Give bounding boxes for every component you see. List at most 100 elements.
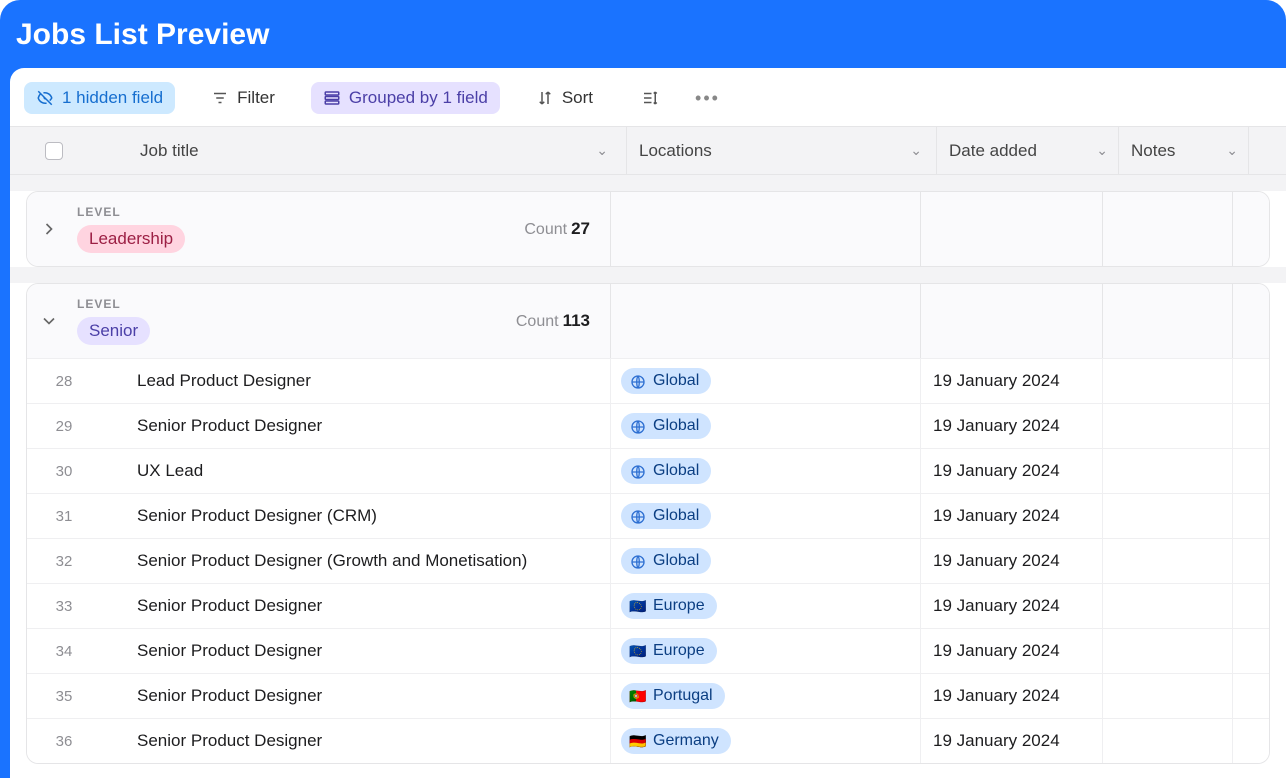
chevron-down-icon[interactable] (39, 311, 59, 331)
table-row[interactable]: 30 UX Lead Global 19 January 2024 (27, 448, 1269, 493)
cell-job-title[interactable]: Senior Product Designer (137, 404, 611, 448)
row-number: 29 (27, 404, 101, 448)
chevron-down-icon: ⌄ (910, 142, 922, 159)
cell-date-added[interactable]: 19 January 2024 (921, 539, 1103, 583)
table-row[interactable]: 36 Senior Product Designer 🇩🇪Germany 19 Jan… (27, 718, 1269, 763)
more-icon: ••• (695, 88, 720, 108)
table-row[interactable]: 35Senior Product Designer🇵🇹Portugal19 Ja… (27, 673, 1269, 718)
location-pill: Global (621, 458, 711, 484)
flag-icon: 🇪🇺 (629, 599, 647, 613)
cell-date-added[interactable]: 19 January 2024 (921, 674, 1103, 718)
cell-date-added[interactable]: 19 January 2024 (921, 494, 1103, 538)
cell-job-title[interactable]: Senior Product Designer (Growth and Mone… (137, 539, 611, 583)
cell-notes[interactable] (1103, 539, 1233, 583)
cell-notes[interactable] (1103, 404, 1233, 448)
table-row[interactable]: 32 Senior Product Designer (Growth and Mo… (27, 538, 1269, 583)
cell-job-title[interactable]: Senior Product Designer (CRM) (137, 494, 611, 538)
row-number: 34 (27, 629, 101, 673)
group-header[interactable]: LEVEL Senior Count113 (27, 284, 1269, 358)
column-header-notes[interactable]: Notes ⌄ (1118, 127, 1248, 174)
cell-locations[interactable]: Global (611, 404, 921, 448)
table-row[interactable]: 31Senior Product Designer (CRM)Global19 … (27, 493, 1269, 538)
filter-icon (211, 89, 229, 107)
location-name: Global (653, 417, 699, 435)
cell-job-title[interactable]: Senior Product Designer (137, 629, 611, 673)
cell-date-added[interactable]: 19 January 2024 (921, 404, 1103, 448)
flag-icon: 🇵🇹 (629, 689, 647, 703)
cell-locations[interactable]: 🇩🇪Germany (611, 719, 921, 763)
row-height-button[interactable] (629, 83, 671, 113)
row-number: 36 (27, 719, 101, 763)
location-name: Europe (653, 597, 705, 615)
cell-date-added[interactable]: 19 January 2024 (921, 629, 1103, 673)
chevron-down-icon: ⌄ (1096, 142, 1108, 159)
cell-locations[interactable]: 🇵🇹 Portugal (611, 674, 921, 718)
more-button[interactable]: ••• (695, 88, 720, 109)
location-name: Portugal (653, 687, 713, 705)
globe-icon (629, 419, 647, 433)
location-name: Global (653, 507, 699, 525)
column-header-job-title[interactable]: Job title ⌄ (98, 141, 626, 161)
cell-notes[interactable] (1103, 584, 1233, 628)
page-title: Jobs List Preview (16, 18, 1270, 52)
location-pill: 🇵🇹 Portugal (621, 683, 725, 709)
cell-notes[interactable] (1103, 674, 1233, 718)
location-pill: 🇪🇺 Europe (621, 593, 717, 619)
cell-locations[interactable]: Global (611, 494, 921, 538)
cell-job-title[interactable]: Senior Product Designer (137, 719, 611, 763)
hidden-fields-label: 1 hidden field (62, 88, 163, 108)
cell-notes[interactable] (1103, 494, 1233, 538)
cell-notes[interactable] (1103, 359, 1233, 403)
row-number: 32 (27, 539, 101, 583)
group-header[interactable]: LEVEL Leadership Count27 (27, 192, 1269, 266)
location-pill: Global (621, 548, 711, 574)
group-senior: LEVEL Senior Count113 28 Lead Product Des… (26, 283, 1270, 764)
location-pill: 🇩🇪Germany (621, 728, 731, 754)
cell-locations[interactable]: 🇪🇺Europe (611, 629, 921, 673)
cell-job-title[interactable]: Senior Product Designer (137, 584, 611, 628)
location-pill: Global (621, 368, 711, 394)
column-header-date-added[interactable]: Date added ⌄ (936, 127, 1118, 174)
globe-icon (629, 509, 647, 523)
select-all-checkbox[interactable] (45, 142, 63, 160)
cell-date-added[interactable]: 19 January 2024 (921, 359, 1103, 403)
globe-icon (629, 554, 647, 568)
location-name: Global (653, 552, 699, 570)
table-row[interactable]: 28 Lead Product Designer Global 19 January … (27, 358, 1269, 403)
cell-locations[interactable]: Global (611, 449, 921, 493)
cell-notes[interactable] (1103, 629, 1233, 673)
grouped-by-chip[interactable]: Grouped by 1 field (311, 82, 500, 114)
row-number: 33 (27, 584, 101, 628)
cell-date-added[interactable]: 19 January 2024 (921, 584, 1103, 628)
cell-notes[interactable] (1103, 719, 1233, 763)
table-row[interactable]: 34 Senior Product Designer🇪🇺Europe19 Janu… (27, 628, 1269, 673)
column-label: Locations (639, 141, 712, 161)
table-row[interactable]: 29 Senior Product Designer Global 19 Januar… (27, 403, 1269, 448)
eye-off-icon (36, 89, 54, 107)
group-gap (10, 175, 1286, 191)
cell-locations[interactable]: 🇪🇺 Europe (611, 584, 921, 628)
row-number: 28 (27, 359, 101, 403)
cell-job-title[interactable]: Lead Product Designer (137, 359, 611, 403)
row-height-icon (641, 89, 659, 107)
cell-locations[interactable]: Global (611, 539, 921, 583)
sort-button[interactable]: Sort (524, 82, 605, 114)
row-number: 30 (27, 449, 101, 493)
group-tag: Senior (77, 317, 150, 345)
flag-icon: 🇪🇺 (629, 644, 647, 658)
cell-date-added[interactable]: 19 January 2024 (921, 719, 1103, 763)
cell-date-added[interactable]: 19 January 2024 (921, 449, 1103, 493)
select-all-cell[interactable] (10, 142, 98, 160)
app-frame: Jobs List Preview 1 hidden field Filter (0, 0, 1286, 778)
cell-locations[interactable]: Global (611, 359, 921, 403)
group-gap (10, 267, 1286, 283)
cell-notes[interactable] (1103, 449, 1233, 493)
group-icon (323, 89, 341, 107)
cell-job-title[interactable]: UX Lead (137, 449, 611, 493)
chevron-right-icon[interactable] (39, 219, 59, 239)
column-header-locations[interactable]: Locations ⌄ (626, 127, 936, 174)
cell-job-title[interactable]: Senior Product Designer (137, 674, 611, 718)
table-row[interactable]: 33 Senior Product Designer 🇪🇺 Europe 19 Janu… (27, 583, 1269, 628)
hidden-fields-chip[interactable]: 1 hidden field (24, 82, 175, 114)
filter-button[interactable]: Filter (199, 82, 287, 114)
